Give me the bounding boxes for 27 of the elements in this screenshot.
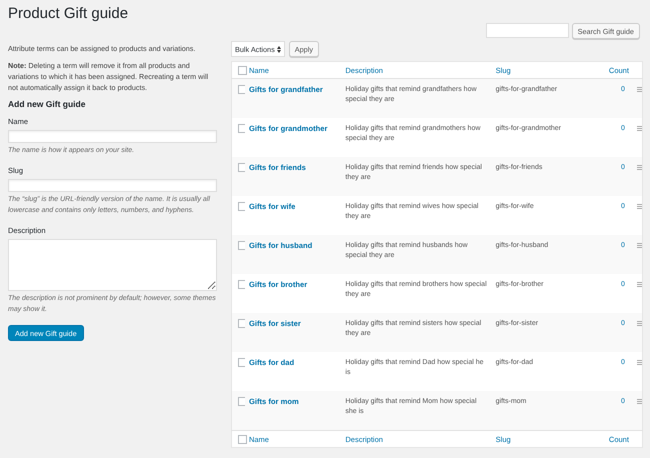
select-all-checkbox[interactable] <box>238 66 247 74</box>
form-heading: Add new Gift guide <box>8 99 86 109</box>
row-checkbox[interactable] <box>238 163 245 172</box>
sort-arrows-icon <box>276 46 281 52</box>
description-field[interactable] <box>8 239 217 291</box>
drag-handle-icon[interactable] <box>636 243 642 248</box>
drag-handle-icon[interactable] <box>636 204 642 209</box>
drag-handle-icon[interactable] <box>636 360 642 365</box>
page-title: Product Gift guide <box>8 4 130 23</box>
row-checkbox[interactable] <box>238 319 245 328</box>
drag-handle-icon[interactable] <box>636 282 642 287</box>
input-field[interactable] <box>8 130 217 143</box>
row-checkbox[interactable] <box>238 202 245 211</box>
drag-handle-icon[interactable] <box>636 321 642 326</box>
input-field[interactable] <box>8 179 217 192</box>
drag-handle-icon[interactable] <box>636 126 642 131</box>
row-checkbox[interactable] <box>238 241 245 250</box>
row-checkbox[interactable] <box>238 397 245 406</box>
search-field[interactable] <box>486 23 569 38</box>
drag-handle-icon[interactable] <box>636 165 642 170</box>
drag-handle-icon[interactable] <box>636 87 642 92</box>
drag-handle-icon[interactable] <box>636 399 642 404</box>
row-checkbox[interactable] <box>238 85 245 94</box>
row-checkbox[interactable] <box>238 280 245 289</box>
row-checkbox[interactable] <box>238 124 245 133</box>
row-checkbox[interactable] <box>238 358 245 367</box>
select-all-checkbox[interactable] <box>238 434 247 444</box>
